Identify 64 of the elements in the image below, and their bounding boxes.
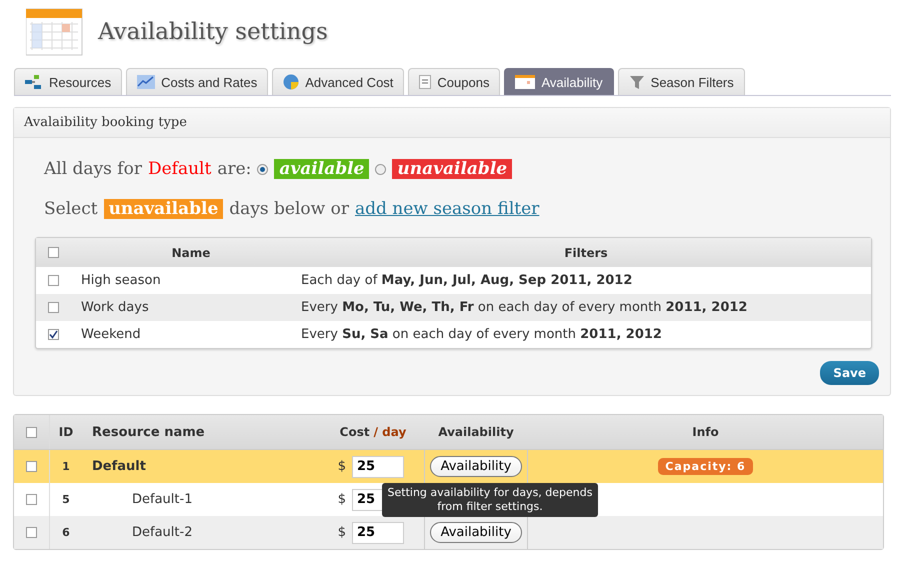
save-button[interactable]: Save bbox=[820, 361, 879, 385]
table-cell-text: Every Su, Sa on each day of every month 2011, 2012 bbox=[301, 327, 663, 342]
column-header: ID bbox=[58, 425, 74, 439]
availability-button[interactable]: Availability bbox=[430, 522, 522, 543]
column-header: / day bbox=[374, 425, 406, 439]
tab[interactable]: Coupons bbox=[408, 68, 500, 95]
resource-name: Default bbox=[148, 159, 212, 179]
availability-button[interactable]: Availability bbox=[430, 456, 522, 477]
checkbox[interactable] bbox=[26, 461, 37, 472]
tooltip: Setting availability for days, depends from filter settings. bbox=[382, 483, 598, 517]
currency-label: $ bbox=[338, 492, 346, 507]
cost-input[interactable]: 25 bbox=[352, 522, 404, 544]
table-cell-text: High season bbox=[81, 273, 162, 288]
panel-title: Avalaibility booking type bbox=[14, 108, 890, 138]
add-filter-link[interactable]: add new season filter bbox=[354, 199, 540, 219]
column-header: Cost bbox=[340, 425, 370, 439]
column-header: Name bbox=[170, 246, 212, 260]
table-cell-text: Every Mo, Tu, We, Th, Fr on each day of every month 2011, 2012 bbox=[301, 300, 748, 315]
calendar-icon bbox=[26, 7, 84, 57]
table-cell: Default bbox=[92, 459, 146, 474]
capacity-badge: Capacity: 6 bbox=[658, 458, 753, 475]
checkbox[interactable] bbox=[26, 426, 37, 438]
tab[interactable]: Availability bbox=[504, 68, 614, 95]
table-cell: 5 bbox=[62, 493, 70, 506]
checkbox[interactable] bbox=[26, 527, 37, 538]
note-icon bbox=[419, 75, 432, 89]
checkbox[interactable] bbox=[48, 247, 59, 258]
label-text: days below or bbox=[229, 199, 349, 219]
tab[interactable]: Costs and Rates bbox=[126, 68, 268, 95]
tab[interactable]: Season Filters bbox=[618, 68, 745, 95]
table-cell: 1 bbox=[62, 460, 70, 473]
table-cell-text: Work days bbox=[81, 300, 150, 315]
table-cell: 6 bbox=[62, 526, 70, 539]
currency-label: $ bbox=[338, 459, 346, 474]
radio-button[interactable] bbox=[257, 164, 268, 174]
table-cell-text: Each day of May, Jun, Jul, Aug, Sep 2011, 2012 bbox=[301, 273, 634, 288]
radio-button[interactable] bbox=[375, 164, 386, 174]
cost-input[interactable]: 25 bbox=[352, 456, 404, 478]
table-cell: Default-2 bbox=[132, 525, 192, 540]
currency-label: $ bbox=[338, 525, 346, 540]
blocks-icon bbox=[25, 74, 43, 90]
table-cell-text: Weekend bbox=[81, 327, 142, 342]
checkbox[interactable] bbox=[48, 329, 59, 340]
column-header: Availability bbox=[438, 425, 514, 439]
status-badge: unavailable bbox=[104, 199, 224, 219]
column-header: Resource name bbox=[92, 424, 205, 440]
tab[interactable]: Advanced Cost bbox=[272, 68, 404, 95]
funnel-icon bbox=[628, 74, 645, 90]
page-title: Availability settings bbox=[98, 19, 328, 45]
label-text: Select bbox=[44, 199, 98, 219]
chart-icon bbox=[137, 75, 156, 89]
pie-icon bbox=[283, 74, 300, 90]
label-text: are: bbox=[217, 159, 252, 179]
status-badge: unavailable bbox=[392, 159, 512, 179]
tab[interactable]: Resources bbox=[14, 68, 122, 95]
checkbox[interactable] bbox=[48, 275, 59, 286]
calendar-icon bbox=[515, 75, 536, 89]
column-header: Info bbox=[692, 425, 719, 439]
column-header: Filters bbox=[563, 246, 609, 260]
label-text: All days for bbox=[44, 159, 142, 179]
status-badge: available bbox=[274, 159, 370, 179]
checkbox[interactable] bbox=[48, 302, 59, 313]
checkbox[interactable] bbox=[26, 494, 37, 505]
table-cell: Default-1 bbox=[132, 492, 192, 507]
